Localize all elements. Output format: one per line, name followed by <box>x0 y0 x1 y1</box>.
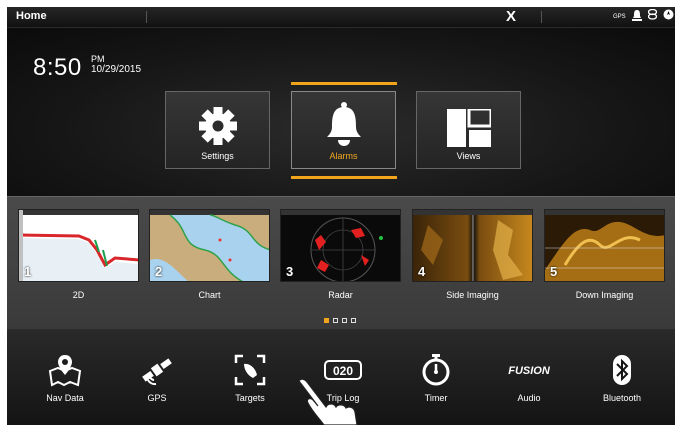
target-boat-icon <box>234 354 266 386</box>
page-title: Home <box>16 10 47 22</box>
view-number: 4 <box>418 264 426 279</box>
view-number: 1 <box>24 264 32 279</box>
gps-button[interactable]: GPS <box>117 353 197 403</box>
timer-label: Timer <box>424 393 448 403</box>
bluetooth-icon <box>613 355 631 385</box>
views-label: Views <box>456 151 481 161</box>
timer-button[interactable]: Timer <box>396 353 476 403</box>
view-thumbnail-side-imaging[interactable]: 4 <box>412 209 533 282</box>
views-button[interactable]: Views <box>416 91 521 169</box>
bluetooth-label: Bluetooth <box>602 393 642 403</box>
divider <box>146 11 147 23</box>
view-label-down-imaging: Down Imaging <box>575 290 634 300</box>
gps-status-icon: GPS <box>613 14 626 20</box>
gear-icon <box>198 107 237 145</box>
clock-time: 8:50 <box>33 54 82 81</box>
trip-counter-digits: 020 <box>333 364 353 378</box>
audio-button[interactable]: FUSION Audio <box>489 353 569 403</box>
view-number: 3 <box>286 264 294 279</box>
home-screen: Home X GPS 8:50 PM 10/29/2015 Settings A… <box>7 7 675 425</box>
depth-status-icon <box>647 8 657 26</box>
bell-icon <box>326 102 361 146</box>
status-icons: GPS <box>613 8 674 26</box>
clock-date: 10/29/2015 <box>91 64 142 75</box>
fusion-logo-icon: FUSION <box>508 365 551 377</box>
alarm-status-icon <box>631 9 642 26</box>
page-dot[interactable] <box>333 318 338 323</box>
view-thumbnail-2d[interactable]: 1 <box>18 209 139 282</box>
bluetooth-button[interactable]: Bluetooth <box>582 353 662 403</box>
targets-button[interactable]: Targets <box>210 353 290 403</box>
page-dot[interactable] <box>342 318 347 323</box>
top-status-bar: Home X GPS <box>7 7 675 28</box>
views-icon <box>446 109 491 147</box>
view-thumbnail-radar[interactable]: 3 <box>280 209 401 282</box>
page-indicator <box>324 318 356 323</box>
side-imaging-preview <box>413 210 532 281</box>
view-thumbnail-chart[interactable]: 2 <box>149 209 270 282</box>
settings-label: Settings <box>201 151 234 161</box>
clock-ampm: PM <box>91 54 105 64</box>
radar-preview <box>281 210 400 281</box>
view-label-radar: Radar <box>328 290 353 300</box>
sonar-2d-preview <box>19 210 138 281</box>
page-dot[interactable] <box>324 318 329 323</box>
pointing-hand-icon <box>298 378 358 425</box>
view-label-side-imaging: Side Imaging <box>446 290 499 300</box>
view-label-2d: 2D <box>72 290 85 300</box>
map-pin-icon <box>48 355 82 387</box>
alarms-button[interactable]: Alarms <box>291 91 396 169</box>
divider <box>541 11 542 23</box>
chart-preview <box>150 210 269 281</box>
targets-label: Targets <box>235 393 265 403</box>
views-carousel: 1 2D 2 Chart 3 Radar 4 Side Imaging 5 Do… <box>7 196 675 330</box>
audio-label: Audio <box>517 393 541 403</box>
alarms-label: Alarms <box>329 151 358 161</box>
page-dot[interactable] <box>351 318 356 323</box>
satellite-icon <box>142 358 172 386</box>
gps-label: GPS <box>147 393 167 403</box>
compass-status-icon <box>663 9 674 25</box>
close-button[interactable]: X <box>506 8 516 25</box>
nav-data-label: Nav Data <box>46 393 84 403</box>
view-number: 5 <box>550 264 558 279</box>
view-label-chart: Chart <box>198 290 221 300</box>
down-imaging-preview <box>545 210 664 281</box>
active-indicator-bottom <box>291 176 397 179</box>
stopwatch-icon <box>422 354 450 386</box>
nav-data-button[interactable]: Nav Data <box>25 353 105 403</box>
fusion-logo-text: FUSION <box>508 365 551 377</box>
home-area: 8:50 PM 10/29/2015 Settings Alarms Views <box>7 28 675 196</box>
view-number: 2 <box>155 264 163 279</box>
view-thumbnail-down-imaging[interactable]: 5 <box>544 209 665 282</box>
active-indicator-top <box>291 82 397 85</box>
settings-button[interactable]: Settings <box>165 91 270 169</box>
